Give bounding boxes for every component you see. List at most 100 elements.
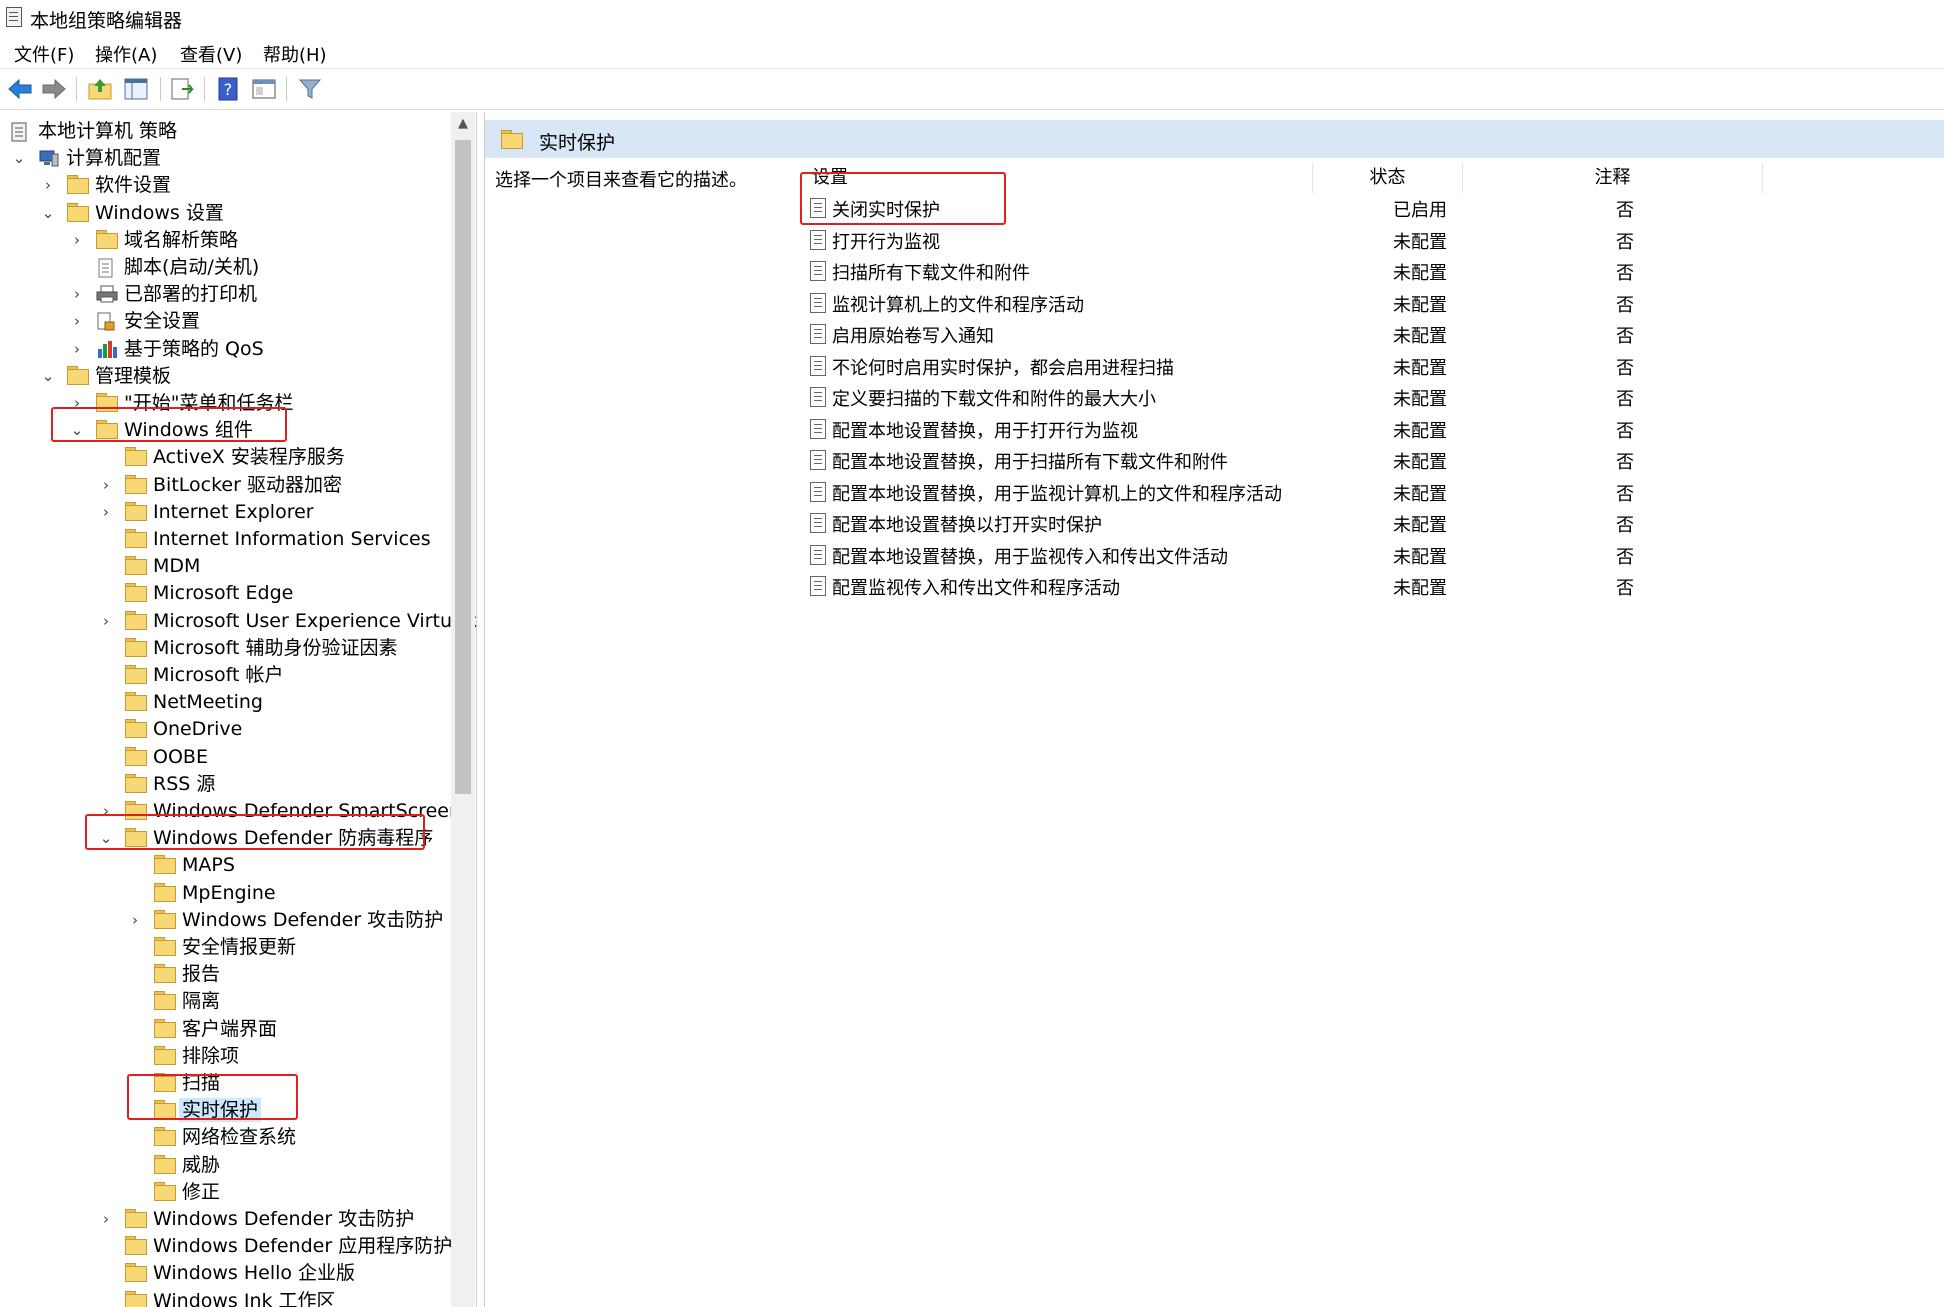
- scroll-up-icon[interactable]: ▲: [451, 112, 475, 136]
- tree-component[interactable]: › Internet Explorer: [0, 499, 450, 526]
- chevron-right-icon[interactable]: ›: [70, 338, 84, 360]
- folder-icon: [125, 1290, 147, 1307]
- tree-pane[interactable]: 本地计算机 策略 ⌄ 计算机配置 › 软件设置 ⌄ Windows 设置 › 域名解析策略 脚本(…: [0, 112, 477, 1307]
- tree-component[interactable]: ActiveX 安装程序服务: [0, 444, 450, 471]
- tree-component[interactable]: OneDrive: [0, 716, 450, 743]
- chevron-down-icon[interactable]: ⌄: [41, 202, 55, 224]
- tree-component[interactable]: › BitLocker 驱动器加密: [0, 472, 450, 499]
- setting-row[interactable]: 扫描所有下载文件和附件 未配置 否: [810, 256, 1910, 287]
- chevron-right-icon[interactable]: ›: [70, 283, 84, 305]
- tree-component[interactable]: RSS 源: [0, 771, 450, 798]
- tree-label: Windows Hello 企业版: [153, 1262, 356, 1285]
- properties-icon[interactable]: [250, 75, 278, 103]
- tree-component[interactable]: › Microsoft User Experience Virtualizat: [0, 608, 476, 635]
- setting-row[interactable]: 配置本地设置替换，用于监视计算机上的文件和程序活动 未配置 否: [810, 477, 1910, 508]
- tree-computer-config[interactable]: ⌄ 计算机配置: [0, 145, 450, 172]
- tree-component[interactable]: Windows Hello 企业版: [0, 1260, 450, 1287]
- setting-row[interactable]: 定义要扫描的下载文件和附件的最大大小 未配置 否: [810, 382, 1910, 413]
- tree-component[interactable]: › Windows Defender 攻击防护: [0, 1206, 450, 1233]
- tree-software-settings[interactable]: › 软件设置: [0, 172, 450, 199]
- chevron-right-icon[interactable]: ›: [70, 310, 84, 332]
- setting-row[interactable]: 配置监视传入和传出文件和程序活动 未配置 否: [810, 571, 1910, 602]
- setting-row[interactable]: 打开行为监视 未配置 否: [810, 225, 1910, 256]
- tree-defender-child[interactable]: 隔离: [0, 988, 450, 1015]
- column-note[interactable]: 注释: [1463, 163, 1763, 193]
- menu-help[interactable]: 帮助(H): [263, 41, 327, 67]
- tree-label: Microsoft Edge: [153, 582, 294, 605]
- help-icon[interactable]: ?: [214, 75, 242, 103]
- tree-defender-child[interactable]: 网络检查系统: [0, 1124, 450, 1151]
- setting-name: 配置本地设置替换，用于监视传入和传出文件活动: [832, 546, 1228, 568]
- forward-arrow-icon[interactable]: [40, 75, 68, 103]
- tree-defender-child[interactable]: 修正: [0, 1179, 450, 1206]
- tree-component[interactable]: Internet Information Services: [0, 526, 450, 553]
- tree-component[interactable]: Windows Ink 工作区: [0, 1288, 450, 1307]
- tree-root[interactable]: 本地计算机 策略: [0, 118, 450, 145]
- tree-component[interactable]: NetMeeting: [0, 689, 450, 716]
- tree-defender-child[interactable]: 客户端界面: [0, 1016, 450, 1043]
- chevron-down-icon[interactable]: ⌄: [12, 147, 26, 169]
- setting-row[interactable]: 不论何时启用实时保护，都会启用进程扫描 未配置 否: [810, 351, 1910, 382]
- show-hide-tree-icon[interactable]: [122, 75, 150, 103]
- setting-row[interactable]: 配置本地设置替换，用于扫描所有下载文件和附件 未配置 否: [810, 445, 1910, 476]
- chevron-right-icon[interactable]: ›: [70, 229, 84, 251]
- tree-defender-child[interactable]: › Windows Defender 攻击防护: [0, 907, 450, 934]
- chevron-down-icon[interactable]: ⌄: [41, 365, 55, 387]
- setting-note: 否: [1616, 578, 1634, 599]
- setting-name: 配置本地设置替换以打开实时保护: [832, 515, 1102, 536]
- export-list-icon[interactable]: [168, 75, 196, 103]
- setting-note: 否: [1616, 231, 1634, 253]
- tree-defender-child[interactable]: MAPS: [0, 852, 450, 879]
- setting-name: 启用原始卷写入通知: [832, 326, 994, 347]
- setting-state: 未配置: [1393, 326, 1447, 347]
- folder-icon: [154, 1018, 176, 1039]
- tree-defender-child[interactable]: 安全情报更新: [0, 934, 450, 961]
- tree-printers[interactable]: › 已部署的打印机: [0, 281, 450, 308]
- setting-row[interactable]: 配置本地设置替换以打开实时保护 未配置 否: [810, 508, 1910, 539]
- tree-defender-child[interactable]: 排除项: [0, 1043, 450, 1070]
- folder-icon: [125, 1263, 147, 1283]
- scroll-thumb[interactable]: [455, 140, 471, 794]
- tree-admin-templates[interactable]: ⌄ 管理模板: [0, 363, 450, 390]
- chevron-right-icon[interactable]: ›: [99, 474, 113, 496]
- setting-row[interactable]: 配置本地设置替换，用于监视传入和传出文件活动 未配置 否: [810, 540, 1910, 571]
- column-state[interactable]: 状态: [1313, 163, 1463, 193]
- policy-setting-icon: [810, 229, 826, 250]
- folder-icon: [154, 964, 176, 984]
- chevron-right-icon[interactable]: ›: [99, 501, 113, 523]
- tree-label: 修正: [182, 1180, 221, 1203]
- tree-scrollbar[interactable]: ▲: [451, 112, 475, 1307]
- tree-qos[interactable]: › 基于策略的 QoS: [0, 336, 450, 363]
- tree-dns-policy[interactable]: › 域名解析策略: [0, 227, 450, 254]
- tree-defender-child[interactable]: MpEngine: [0, 880, 450, 907]
- setting-row[interactable]: 配置本地设置替换，用于打开行为监视 未配置 否: [810, 414, 1910, 445]
- tree-component[interactable]: Microsoft Edge: [0, 580, 450, 607]
- menu-action[interactable]: 操作(A): [95, 41, 157, 67]
- tree-component[interactable]: Microsoft 帐户: [0, 662, 450, 689]
- menu-view[interactable]: 查看(V): [180, 41, 242, 67]
- setting-row[interactable]: 监视计算机上的文件和程序活动 未配置 否: [810, 288, 1910, 319]
- policy-setting-icon: [810, 481, 826, 502]
- tree-security-settings[interactable]: › 安全设置: [0, 308, 450, 335]
- tree-defender-child[interactable]: 报告: [0, 961, 450, 988]
- tree-windows-settings[interactable]: ⌄ Windows 设置: [0, 200, 450, 227]
- tree-component[interactable]: OOBE: [0, 744, 450, 771]
- setting-state: 未配置: [1393, 452, 1447, 473]
- chevron-right-icon[interactable]: ›: [99, 610, 113, 632]
- back-arrow-icon[interactable]: [6, 75, 34, 103]
- chevron-right-icon[interactable]: ›: [41, 174, 55, 196]
- tree-component[interactable]: MDM: [0, 553, 450, 580]
- folder-icon: [125, 529, 147, 549]
- menu-file[interactable]: 文件(F): [14, 41, 74, 67]
- tree-component[interactable]: Windows Defender 应用程序防护: [0, 1233, 452, 1260]
- tree-defender-child[interactable]: 威胁: [0, 1152, 450, 1179]
- chevron-right-icon[interactable]: ›: [128, 909, 142, 931]
- setting-row[interactable]: 启用原始卷写入通知 未配置 否: [810, 319, 1910, 350]
- policy-setting-icon: [810, 261, 826, 281]
- tree-scripts[interactable]: 脚本(启动/关机): [0, 254, 450, 281]
- tree-component[interactable]: Microsoft 辅助身份验证因素: [0, 635, 450, 662]
- filter-icon[interactable]: [296, 75, 324, 103]
- up-folder-icon[interactable]: [86, 75, 114, 103]
- chevron-right-icon[interactable]: ›: [99, 1208, 113, 1230]
- folder-icon: [125, 583, 147, 603]
